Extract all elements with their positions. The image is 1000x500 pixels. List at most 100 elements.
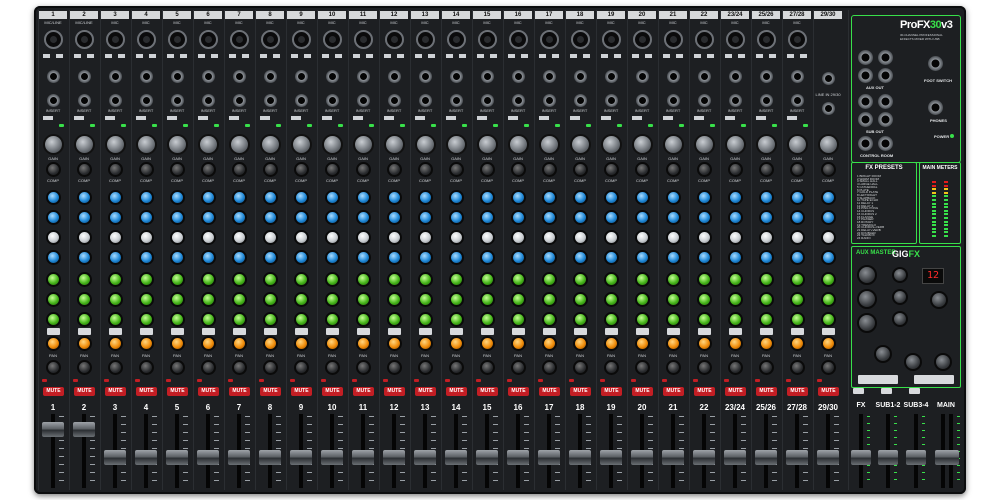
line-input-jack[interactable]: [171, 70, 184, 83]
comp-knob[interactable]: [542, 162, 557, 177]
eq-knob[interactable]: [263, 210, 278, 225]
aux-send-knob[interactable]: [232, 292, 247, 307]
xlr-input[interactable]: [602, 30, 621, 49]
eq-knob[interactable]: [635, 250, 650, 265]
phantom-switch[interactable]: [384, 54, 391, 58]
aux-send-knob[interactable]: [294, 312, 309, 327]
channel-fader[interactable]: [383, 450, 405, 465]
sub3-4-fader[interactable]: [906, 450, 926, 465]
comp-knob[interactable]: [77, 162, 92, 177]
aux-send-knob[interactable]: [542, 312, 557, 327]
usb-return-knob[interactable]: [874, 345, 892, 363]
channel-fader[interactable]: [507, 450, 529, 465]
level-knob[interactable]: [759, 360, 774, 375]
pre-post-button[interactable]: [667, 328, 680, 335]
mute-button[interactable]: MUTE: [446, 387, 467, 396]
eq-knob[interactable]: [170, 210, 185, 225]
level-knob[interactable]: [387, 360, 402, 375]
eq-knob[interactable]: [511, 210, 526, 225]
pad-switch[interactable]: [552, 54, 559, 58]
eq-knob[interactable]: [790, 190, 805, 205]
aux-send-knob[interactable]: [697, 292, 712, 307]
eq-knob[interactable]: [480, 210, 495, 225]
eq-knob[interactable]: [821, 210, 836, 225]
mute-button[interactable]: MUTE: [74, 387, 95, 396]
pre-post-button[interactable]: [543, 328, 556, 335]
eq-knob[interactable]: [77, 230, 92, 245]
eq-knob[interactable]: [604, 210, 619, 225]
level-knob[interactable]: [511, 360, 526, 375]
hpf-switch[interactable]: [694, 116, 704, 120]
pad-switch[interactable]: [676, 54, 683, 58]
eq-knob[interactable]: [480, 230, 495, 245]
aux-send-knob[interactable]: [387, 312, 402, 327]
gain-knob[interactable]: [446, 134, 467, 155]
pan-knob[interactable]: [480, 336, 495, 351]
xlr-input[interactable]: [757, 30, 776, 49]
insert-jack[interactable]: [605, 94, 618, 107]
comp-knob[interactable]: [139, 162, 154, 177]
level-knob[interactable]: [77, 360, 92, 375]
aux-send-knob[interactable]: [728, 272, 743, 287]
line-input-jack[interactable]: [326, 70, 339, 83]
pad-switch[interactable]: [459, 54, 466, 58]
mute-button[interactable]: MUTE: [756, 387, 777, 396]
insert-jack[interactable]: [791, 94, 804, 107]
pan-knob[interactable]: [604, 336, 619, 351]
control-room-knob[interactable]: [904, 353, 922, 371]
xlr-input[interactable]: [571, 30, 590, 49]
channel-fader[interactable]: [476, 450, 498, 465]
insert-jack[interactable]: [698, 94, 711, 107]
level-knob[interactable]: [108, 360, 123, 375]
pre-post-button[interactable]: [357, 328, 370, 335]
aux-send-knob[interactable]: [790, 312, 805, 327]
pre-post-button[interactable]: [450, 328, 463, 335]
aux-send-knob[interactable]: [666, 312, 681, 327]
pan-knob[interactable]: [418, 336, 433, 351]
eq-knob[interactable]: [511, 250, 526, 265]
aux-send-knob[interactable]: [387, 272, 402, 287]
eq-knob[interactable]: [108, 250, 123, 265]
insert-jack[interactable]: [481, 94, 494, 107]
pan-knob[interactable]: [759, 336, 774, 351]
eq-knob[interactable]: [77, 210, 92, 225]
mute-button[interactable]: MUTE: [663, 387, 684, 396]
gain-knob[interactable]: [198, 134, 219, 155]
aux-send-knob[interactable]: [418, 292, 433, 307]
aux-send-knob[interactable]: [604, 312, 619, 327]
mute-button[interactable]: MUTE: [539, 387, 560, 396]
channel-fader[interactable]: [817, 450, 839, 465]
eq-knob[interactable]: [263, 190, 278, 205]
pad-switch[interactable]: [242, 54, 249, 58]
comp-knob[interactable]: [170, 162, 185, 177]
eq-knob[interactable]: [325, 190, 340, 205]
pan-knob[interactable]: [821, 336, 836, 351]
gain-knob[interactable]: [477, 134, 498, 155]
pad-switch[interactable]: [583, 54, 590, 58]
foot-switch-jack[interactable]: [928, 56, 943, 71]
eq-knob[interactable]: [108, 230, 123, 245]
pad-switch[interactable]: [707, 54, 714, 58]
eq-knob[interactable]: [635, 230, 650, 245]
aux-send-knob[interactable]: [697, 312, 712, 327]
sources-switch[interactable]: [914, 375, 954, 384]
eq-knob[interactable]: [108, 210, 123, 225]
aux-send-knob[interactable]: [356, 272, 371, 287]
control-room-source-switch[interactable]: [858, 375, 898, 384]
eq-knob[interactable]: [77, 190, 92, 205]
phantom-switch[interactable]: [43, 54, 50, 58]
level-knob[interactable]: [449, 360, 464, 375]
pad-switch[interactable]: [397, 54, 404, 58]
aux-send-knob[interactable]: [170, 272, 185, 287]
fx-fader[interactable]: [851, 450, 871, 465]
hpf-switch[interactable]: [787, 116, 797, 120]
phantom-switch[interactable]: [198, 54, 205, 58]
aux-send-knob[interactable]: [46, 292, 61, 307]
hpf-switch[interactable]: [384, 116, 394, 120]
eq-knob[interactable]: [170, 250, 185, 265]
eq-knob[interactable]: [821, 190, 836, 205]
eq-knob[interactable]: [387, 210, 402, 225]
pan-knob[interactable]: [635, 336, 650, 351]
aux-send-knob[interactable]: [139, 312, 154, 327]
channel-fader[interactable]: [197, 450, 219, 465]
